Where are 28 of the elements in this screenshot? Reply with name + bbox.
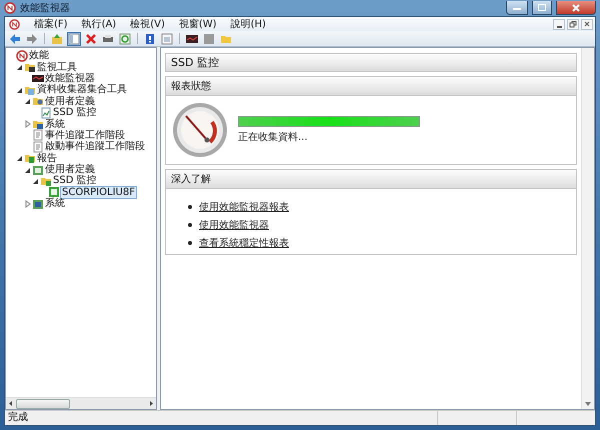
tree-item[interactable]: 系統 — [44, 118, 66, 130]
section-header: 報表狀態 — [166, 77, 576, 96]
tree-item[interactable]: 資料收集器集合工具 — [36, 84, 128, 96]
tree-item[interactable]: 報告 — [36, 152, 58, 164]
menu-item[interactable]: 檔案(F) — [34, 17, 68, 31]
section-header: 深入了解 — [166, 170, 576, 189]
window-title: 效能監視器 — [20, 2, 70, 15]
tree-item[interactable]: 使用者定義 — [44, 96, 96, 107]
tree-item[interactable]: 效能 — [28, 50, 50, 62]
menu-item[interactable]: 檢視(V) — [130, 17, 165, 31]
help-link[interactable]: 查看系統穩定性報表 — [199, 236, 289, 250]
menu-item[interactable]: 執行(A) — [82, 17, 116, 31]
tree-item[interactable]: 監視工具 — [36, 62, 78, 73]
tree-item[interactable]: 使用者定義 — [44, 164, 96, 176]
help-link[interactable]: 使用效能監視器 — [199, 218, 269, 232]
tree-item[interactable]: 系統 — [44, 198, 66, 210]
page-header: SSD 監控 — [165, 53, 577, 72]
status-message: 正在收集資料... — [238, 130, 309, 144]
menu-item[interactable]: 視窗(W) — [178, 17, 217, 31]
help-link[interactable]: 使用效能監視器報表 — [199, 200, 289, 214]
tree-item[interactable]: SSD 監控 — [52, 175, 98, 186]
tree-item[interactable]: SSD 監控 — [52, 107, 98, 118]
tree-item[interactable]: 效能監視器 — [44, 72, 96, 84]
tree-item[interactable]: 啟動事件追蹤工作階段 — [44, 141, 146, 152]
status-text: 完成 — [7, 411, 29, 425]
tree-item[interactable]: SCORPIOLIU8F — [60, 186, 137, 199]
tree-item[interactable]: 事件追蹤工作階段 — [44, 130, 126, 141]
menu-item[interactable]: 說明(H) — [230, 17, 266, 31]
